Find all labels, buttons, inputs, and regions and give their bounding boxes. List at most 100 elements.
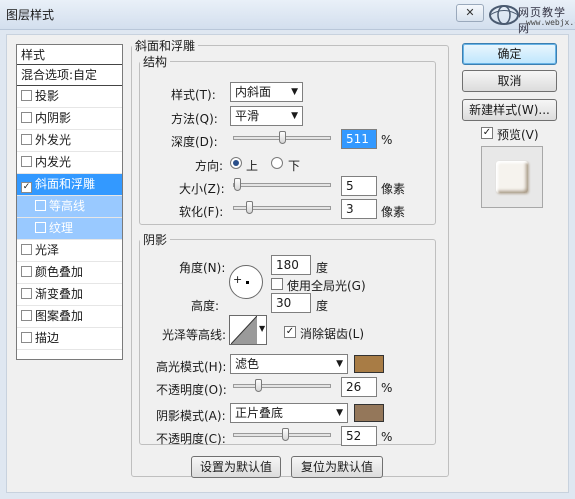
blend-options-item[interactable]: 混合选项:自定	[17, 65, 122, 86]
list-item-label: 描边	[35, 331, 60, 345]
highlight-mode-label: 高光模式(H):	[156, 360, 227, 374]
altitude-input[interactable]: 30	[271, 293, 311, 313]
chevron-down-icon: ▼	[291, 111, 298, 121]
soften-slider-thumb[interactable]	[246, 201, 253, 214]
list-item-label: 投影	[35, 89, 60, 103]
chevron-down-icon: ▼	[336, 408, 343, 418]
shadow-opacity-slider-thumb[interactable]	[282, 428, 289, 441]
list-item-satin[interactable]: 光泽	[17, 240, 122, 262]
angle-label: 角度(N):	[179, 261, 226, 275]
altitude-label: 高度:	[191, 299, 220, 313]
outer-glow-checkbox[interactable]	[21, 134, 32, 145]
reset-default-button[interactable]: 复位为默认值	[291, 456, 383, 478]
crosshair-icon: +	[233, 273, 243, 286]
style-label: 样式(T):	[171, 88, 216, 102]
gradient-overlay-checkbox[interactable]	[21, 288, 32, 299]
direction-up-radio[interactable]	[230, 157, 242, 169]
list-item-label: 内阴影	[35, 111, 72, 125]
technique-select[interactable]: 平滑 ▼	[230, 106, 303, 126]
new-style-button[interactable]: 新建样式(W)...	[462, 99, 557, 121]
style-list-header[interactable]: 样式	[17, 45, 122, 65]
list-item-outer-glow[interactable]: 外发光	[17, 130, 122, 152]
highlight-opacity-slider-thumb[interactable]	[255, 379, 262, 392]
soften-label: 软化(F):	[179, 205, 224, 219]
list-item-gradient-overlay[interactable]: 渐变叠加	[17, 284, 122, 306]
list-item-label: 内发光	[35, 155, 72, 169]
bevel-emboss-checkbox[interactable]: ✓	[21, 182, 32, 193]
depth-unit: %	[381, 133, 393, 147]
title-bar: 图层样式 ✕ 网页教学网 www.webjx.com	[0, 0, 575, 35]
color-overlay-checkbox[interactable]	[21, 266, 32, 277]
style-list: 样式 混合选项:自定 投影 内阴影 外发光 内发光 ✓ 斜面和浮雕 等高线 纹理 …	[16, 44, 123, 360]
size-input[interactable]: 5	[341, 176, 377, 196]
satin-checkbox[interactable]	[21, 244, 32, 255]
close-button[interactable]: ✕	[456, 4, 484, 22]
highlight-mode-select[interactable]: 滤色 ▼	[230, 354, 348, 374]
list-item-inner-shadow[interactable]: 内阴影	[17, 108, 122, 130]
cancel-button[interactable]: 取消	[462, 70, 557, 92]
shading-legend: 阴影	[143, 233, 168, 247]
list-item-texture[interactable]: 纹理	[17, 218, 122, 240]
list-item-label: 光泽	[35, 243, 60, 257]
list-item-label: 纹理	[49, 221, 74, 235]
inner-glow-checkbox[interactable]	[21, 156, 32, 167]
list-item-pattern-overlay[interactable]: 图案叠加	[17, 306, 122, 328]
highlight-opacity-input[interactable]: 26	[341, 377, 377, 397]
size-label: 大小(Z):	[179, 182, 225, 196]
highlight-opacity-label: 不透明度(O):	[156, 383, 227, 397]
preview-label: 预览(V)	[497, 128, 539, 142]
gloss-contour-picker[interactable]: ▼	[229, 315, 267, 345]
chevron-down-icon: ▼	[336, 359, 343, 369]
contour-checkbox[interactable]	[35, 200, 46, 211]
list-item-drop-shadow[interactable]: 投影	[17, 86, 122, 108]
list-item-label: 斜面和浮雕	[35, 177, 96, 191]
soften-input[interactable]: 3	[341, 199, 377, 219]
pattern-overlay-checkbox[interactable]	[21, 310, 32, 321]
ok-button[interactable]: 确定	[462, 43, 557, 65]
global-light-label: 使用全局光(G)	[287, 279, 366, 293]
contour-curve-icon	[231, 316, 257, 344]
angle-dot-icon	[246, 281, 249, 284]
make-default-button[interactable]: 设置为默认值	[191, 456, 281, 478]
shadow-mode-label: 阴影模式(A):	[156, 409, 226, 423]
list-item-bevel-emboss[interactable]: ✓ 斜面和浮雕	[17, 174, 122, 196]
drop-shadow-checkbox[interactable]	[21, 90, 32, 101]
global-light-checkbox[interactable]	[271, 278, 283, 290]
shadow-mode-select[interactable]: 正片叠底 ▼	[230, 403, 348, 423]
watermark-site-url: www.webjx.com	[526, 18, 575, 27]
soften-unit: 像素	[381, 205, 406, 219]
window-title: 图层样式	[6, 8, 55, 22]
shadow-color-swatch[interactable]	[354, 404, 384, 422]
list-item-stroke[interactable]: 描边	[17, 328, 122, 350]
depth-slider-thumb[interactable]	[279, 131, 286, 144]
list-item-color-overlay[interactable]: 颜色叠加	[17, 262, 122, 284]
stroke-checkbox[interactable]	[21, 332, 32, 343]
style-select[interactable]: 内斜面 ▼	[230, 82, 303, 102]
list-item-label: 图案叠加	[35, 309, 84, 323]
shadow-mode-value: 正片叠底	[235, 406, 284, 420]
antialiased-checkbox[interactable]: ✓	[284, 326, 296, 338]
size-slider-thumb[interactable]	[234, 178, 241, 191]
highlight-color-swatch[interactable]	[354, 355, 384, 373]
direction-down-label: 下	[288, 159, 301, 173]
list-item-contour[interactable]: 等高线	[17, 196, 122, 218]
angle-dial[interactable]: +	[229, 265, 263, 299]
shadow-opacity-input[interactable]: 52	[341, 426, 377, 446]
texture-checkbox[interactable]	[35, 222, 46, 233]
highlight-opacity-slider[interactable]	[233, 384, 331, 388]
style-preview	[481, 146, 543, 208]
size-slider[interactable]	[233, 183, 331, 187]
chevron-down-icon: ▼	[291, 87, 298, 97]
list-item-inner-glow[interactable]: 内发光	[17, 152, 122, 174]
highlight-opacity-unit: %	[381, 381, 393, 395]
angle-input[interactable]: 180	[271, 255, 311, 275]
bevel-emboss-legend: 斜面和浮雕	[135, 39, 196, 53]
depth-input[interactable]: 511	[341, 129, 377, 149]
gloss-contour-label: 光泽等高线:	[162, 328, 227, 342]
technique-label: 方法(Q):	[171, 112, 218, 126]
antialiased-label: 消除锯齿(L)	[300, 327, 365, 341]
preview-checkbox[interactable]: ✓	[481, 127, 493, 139]
direction-down-radio[interactable]	[271, 157, 283, 169]
size-unit: 像素	[381, 182, 406, 196]
inner-shadow-checkbox[interactable]	[21, 112, 32, 123]
